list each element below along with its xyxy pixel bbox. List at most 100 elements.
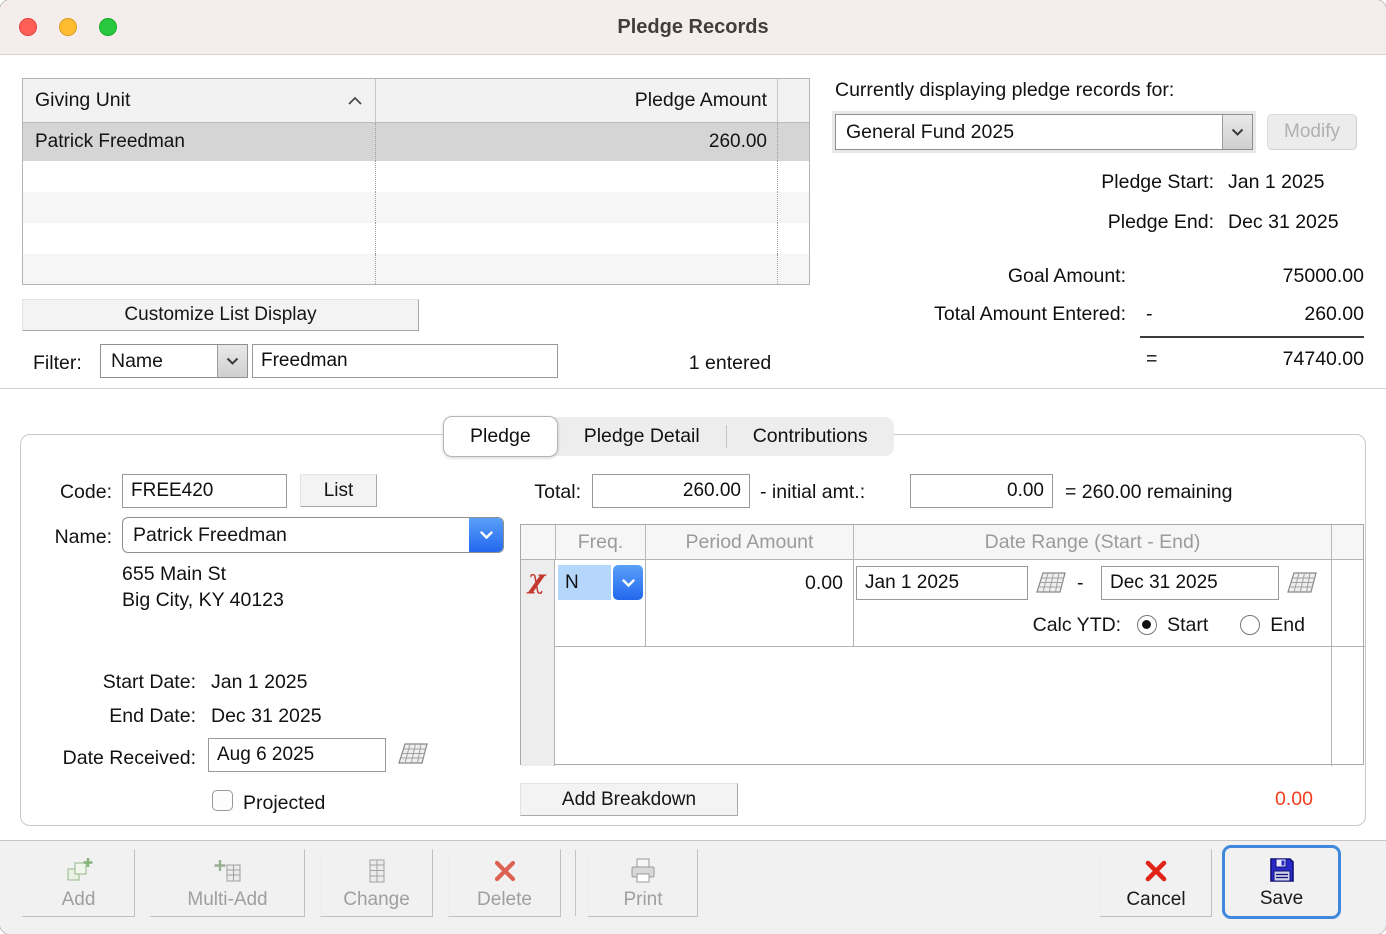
- save-icon: [1267, 855, 1297, 885]
- frequency-combobox[interactable]: N: [558, 565, 643, 600]
- pledge-records-window: Pledge Records Giving Unit Pledge Amount…: [0, 0, 1386, 934]
- date-received-input[interactable]: [208, 738, 386, 772]
- freq-column-header: Freq.: [555, 525, 645, 559]
- breakdown-total: 0.00: [1275, 788, 1313, 810]
- pledge-end-label: Pledge End:: [1107, 211, 1214, 233]
- projected-label: Projected: [243, 792, 326, 814]
- code-label: Code:: [59, 481, 112, 503]
- start-date-value: Jan 1 2025: [211, 671, 308, 693]
- save-button[interactable]: Save: [1222, 845, 1341, 919]
- sort-ascending-icon: [347, 89, 363, 112]
- period-amount-value[interactable]: 0.00: [645, 563, 843, 603]
- filter-label: Filter:: [33, 352, 82, 374]
- filter-field-value: Name: [111, 349, 164, 372]
- pledge-end-value: Dec 31 2025: [1228, 211, 1339, 233]
- remaining-row: = 74740.00: [835, 348, 1364, 371]
- calc-ytd-start-label: Start: [1167, 613, 1209, 636]
- giving-unit-column-header[interactable]: Giving Unit: [23, 79, 375, 122]
- giving-table-header: Giving Unit Pledge Amount: [23, 79, 809, 123]
- initial-amount-label: - initial amt.:: [760, 481, 866, 503]
- code-input[interactable]: [122, 474, 287, 508]
- total-entered-row: Total Amount Entered: - 260.00: [835, 303, 1364, 326]
- giving-unit-row[interactable]: Patrick Freedman 260.00: [23, 123, 809, 161]
- print-button[interactable]: Print: [588, 849, 698, 917]
- customize-list-display-button[interactable]: Customize List Display: [22, 299, 419, 331]
- modify-button[interactable]: Modify: [1267, 114, 1357, 150]
- entered-count: 1 entered: [688, 352, 772, 374]
- change-button[interactable]: Change: [320, 849, 433, 917]
- print-button-label: Print: [623, 888, 663, 910]
- tab-bar: Pledge Pledge Detail Contributions: [443, 416, 894, 457]
- equals-sign: =: [1146, 348, 1158, 370]
- pledge-start-row: Pledge Start: Jan 1 2025: [835, 171, 1355, 194]
- pledge-amount-header-label: Pledge Amount: [634, 89, 767, 111]
- filter-field-dropdown[interactable]: Name: [100, 344, 248, 378]
- empty-row[interactable]: [23, 161, 809, 192]
- add-button-label: Add: [61, 888, 96, 910]
- breakdown-table-header: Freq. Period Amount Date Range (Start - …: [521, 525, 1363, 560]
- range-dash: -: [1077, 572, 1084, 594]
- goal-amount-value: 75000.00: [1282, 265, 1364, 287]
- initial-amount-input[interactable]: [910, 474, 1053, 508]
- range-end-input[interactable]: [1101, 566, 1279, 600]
- chevron-down-icon[interactable]: [469, 518, 503, 552]
- subtraction-line: [1140, 336, 1364, 338]
- calc-ytd-start-radio[interactable]: [1137, 615, 1158, 635]
- chevron-down-icon: [217, 345, 247, 377]
- add-button[interactable]: Add: [22, 849, 135, 917]
- add-breakdown-button[interactable]: Add Breakdown: [520, 783, 738, 816]
- calc-ytd-end-label: End: [1270, 613, 1305, 636]
- range-start-input[interactable]: [856, 566, 1028, 600]
- goal-amount-row: Goal Amount: 75000.00: [835, 265, 1364, 288]
- print-icon: [628, 856, 658, 886]
- total-input[interactable]: [592, 474, 750, 508]
- table-header-corner: [777, 79, 809, 122]
- change-button-label: Change: [343, 888, 410, 910]
- empty-row[interactable]: [23, 223, 809, 254]
- name-combobox[interactable]: Patrick Freedman: [122, 517, 504, 553]
- cancel-button[interactable]: Cancel: [1100, 849, 1212, 917]
- pledge-amount-column-header[interactable]: Pledge Amount: [375, 79, 777, 122]
- remaining-text: = 260.00 remaining: [1065, 481, 1233, 503]
- tab-pledge-detail[interactable]: Pledge Detail: [558, 417, 726, 456]
- giving-unit-name: Patrick Freedman: [35, 131, 185, 152]
- frequency-value: N: [558, 565, 611, 600]
- address-line2: Big City, KY 40123: [122, 589, 284, 611]
- add-icon: [64, 856, 94, 886]
- delete-button[interactable]: Delete: [448, 849, 561, 917]
- total-entered-value: 260.00: [1304, 303, 1364, 325]
- chevron-down-icon[interactable]: [613, 565, 643, 600]
- pledge-end-row: Pledge End: Dec 31 2025: [835, 211, 1355, 234]
- pledge-start-value: Jan 1 2025: [1228, 171, 1325, 193]
- save-button-label: Save: [1259, 887, 1304, 909]
- empty-row[interactable]: [23, 254, 809, 284]
- remaining-value: 74740.00: [1282, 348, 1364, 370]
- fund-dropdown[interactable]: General Fund 2025: [835, 114, 1253, 150]
- total-entered-label: Total Amount Entered:: [934, 303, 1126, 325]
- end-date-label: End Date:: [109, 705, 196, 727]
- toolbar-separator: [575, 850, 576, 916]
- bottom-toolbar: Add Multi-Add Change Delete Print Cancel…: [0, 840, 1386, 934]
- calc-ytd-row: Calc YTD: Start End: [853, 604, 1331, 646]
- date-range-column-header: Date Range (Start - End): [853, 525, 1331, 559]
- multi-add-button[interactable]: Multi-Add: [150, 849, 305, 917]
- list-button[interactable]: List: [300, 474, 377, 507]
- pledge-start-label: Pledge Start:: [1101, 171, 1214, 193]
- tab-contributions[interactable]: Contributions: [727, 417, 894, 456]
- period-amount-column-header: Period Amount: [645, 525, 853, 559]
- calendar-icon[interactable]: [398, 742, 428, 771]
- calc-ytd-end-radio[interactable]: [1240, 615, 1261, 635]
- delete-row-icon[interactable]: χ: [528, 565, 545, 595]
- window-titlebar: Pledge Records: [0, 0, 1386, 55]
- goal-amount-label: Goal Amount:: [1007, 265, 1126, 287]
- start-date-label: Start Date:: [102, 671, 196, 693]
- projected-checkbox[interactable]: [212, 790, 233, 811]
- calendar-icon[interactable]: [1287, 571, 1317, 600]
- delete-icon: [491, 856, 519, 886]
- filter-value-input[interactable]: [252, 344, 558, 378]
- multi-add-button-label: Multi-Add: [187, 888, 268, 910]
- empty-row[interactable]: [23, 192, 809, 223]
- window-title: Pledge Records: [617, 16, 769, 38]
- calendar-icon[interactable]: [1036, 571, 1066, 600]
- tab-pledge[interactable]: Pledge: [443, 416, 558, 457]
